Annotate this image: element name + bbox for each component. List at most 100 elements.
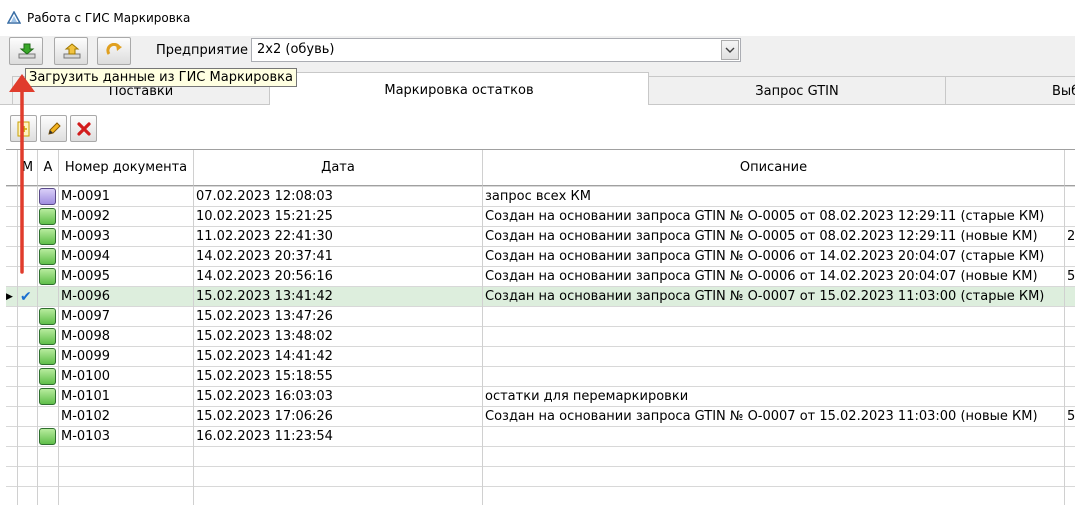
cell-extra: 2 — [1067, 229, 1075, 244]
annotation-arrow — [9, 74, 35, 274]
cell-number: М-0094 — [61, 249, 110, 264]
tab-content: М А Номер документа Дата Описание М-0091… — [0, 105, 1075, 505]
table-row[interactable]: М-0095 14.02.2023 20:56:16 Создан на основ… — [6, 267, 1075, 287]
cell-date: 11.02.2023 22:41:30 — [196, 229, 333, 244]
tab-gtin-request[interactable]: Запрос GTIN — [648, 76, 946, 105]
table-row[interactable]: М-0092 10.02.2023 15:21:25 Создан на основ… — [6, 207, 1075, 227]
table-row[interactable]: М-0093 11.02.2023 22:41:30 Создан на основ… — [6, 227, 1075, 247]
cell-number: М-0100 — [61, 369, 110, 384]
window-title: Работа с ГИС Маркировка — [27, 11, 191, 25]
table-row[interactable]: М-0100 15.02.2023 15:18:55 — [6, 367, 1075, 387]
tab-label: Запрос GTIN — [755, 84, 839, 99]
cell-description: Создан на основании запроса GTIN № О-000… — [485, 249, 1045, 264]
column-header-extra — [1065, 150, 1075, 186]
cell-description: Создан на основании запроса GTIN № О-000… — [485, 289, 1045, 304]
cell-date: 16.02.2023 11:23:54 — [196, 429, 333, 444]
cell-description: запрос всех КМ — [485, 189, 591, 204]
download-green-icon — [18, 43, 36, 59]
tab-label: Выб — [1052, 84, 1075, 99]
cell-extra — [1067, 307, 1075, 327]
cell-description: остатки для перемаркировки — [485, 389, 689, 404]
status-square-green — [39, 428, 56, 445]
status-square-green — [39, 388, 56, 405]
table-row[interactable]: М-0098 15.02.2023 13:48:02 — [6, 327, 1075, 347]
grid-row-line — [6, 466, 1075, 467]
chevron-down-icon — [725, 47, 735, 53]
status-square-green — [39, 308, 56, 325]
table-row[interactable]: М-0097 15.02.2023 13:47:26 — [6, 307, 1075, 327]
cell-extra — [1067, 247, 1075, 267]
cell-number: М-0101 — [61, 389, 110, 404]
table-row[interactable]: М-0102 15.02.2023 17:06:26 Создан на основ… — [6, 407, 1075, 427]
cell-extra — [1067, 287, 1075, 307]
tab-stock-marking[interactable]: Маркировка остатков — [269, 72, 649, 105]
table-row[interactable]: М-0094 14.02.2023 20:37:41 Создан на основ… — [6, 247, 1075, 267]
table-row[interactable]: М-0101 15.02.2023 16:03:03 остатки для пер… — [6, 387, 1075, 407]
cell-extra: 5 — [1067, 269, 1075, 284]
cell-number: М-0092 — [61, 209, 110, 224]
cell-date: 15.02.2023 17:06:26 — [196, 409, 333, 424]
cell-date: 15.02.2023 15:18:55 — [196, 369, 333, 384]
enterprise-select[interactable]: 2x2 (обувь) — [251, 38, 741, 62]
enterprise-label: Предприятие — [156, 43, 249, 58]
main-toolbar: Предприятие 2x2 (обувь) — [0, 36, 1075, 68]
tab-more[interactable]: Выб — [945, 76, 1075, 105]
cell-description — [485, 427, 1063, 447]
table-row[interactable]: М-0099 15.02.2023 14:41:42 — [6, 347, 1075, 367]
cell-extra — [1067, 187, 1075, 207]
table-row[interactable]: ▶ ✔ М-0096 15.02.2023 13:41:42 Создан на осн… — [6, 287, 1075, 307]
upload-to-gis-button[interactable] — [54, 37, 88, 65]
table-row[interactable]: М-0103 16.02.2023 11:23:54 — [6, 427, 1075, 447]
column-header-number[interactable]: Номер документа — [59, 150, 194, 186]
cell-description — [485, 367, 1063, 387]
cell-date: 07.02.2023 12:08:03 — [196, 189, 333, 204]
cell-description: Создан на основании запроса GTIN № О-000… — [485, 409, 1038, 424]
cell-date: 15.02.2023 13:41:42 — [196, 289, 333, 304]
cell-extra — [1067, 347, 1075, 367]
dropdown-button[interactable] — [721, 40, 739, 60]
delete-button[interactable] — [70, 115, 97, 142]
cell-description — [485, 327, 1063, 347]
tooltip: Загрузить данные из ГИС Маркировка — [25, 68, 297, 87]
cell-date: 14.02.2023 20:56:16 — [196, 269, 333, 284]
documents-grid: М А Номер документа Дата Описание М-0091… — [6, 149, 1075, 505]
refresh-button[interactable] — [97, 37, 131, 65]
cell-description: Создан на основании запроса GTIN № О-000… — [485, 229, 1038, 244]
status-square-green — [39, 328, 56, 345]
table-row[interactable]: М-0091 07.02.2023 12:08:03 запрос всех КМ — [6, 187, 1075, 207]
cell-number: М-0096 — [61, 289, 110, 304]
cell-number: М-0093 — [61, 229, 110, 244]
enterprise-value: 2x2 (обувь) — [257, 42, 335, 57]
cell-number: М-0095 — [61, 269, 110, 284]
cell-description — [485, 307, 1063, 327]
cell-number: М-0091 — [61, 189, 110, 204]
cell-extra — [1067, 327, 1075, 347]
cell-extra — [1067, 387, 1075, 407]
status-square-green — [39, 368, 56, 385]
red-x-icon — [77, 122, 91, 136]
cell-number: М-0103 — [61, 429, 110, 444]
upload-green-icon — [63, 43, 81, 59]
cell-extra — [1067, 367, 1075, 387]
cell-date: 15.02.2023 13:47:26 — [196, 309, 333, 324]
cell-number: М-0097 — [61, 309, 110, 324]
cell-extra: 5 — [1067, 409, 1075, 424]
current-row-marker: ▶ — [6, 292, 13, 302]
cell-date: 15.02.2023 13:48:02 — [196, 329, 333, 344]
cell-date: 15.02.2023 16:03:03 — [196, 389, 333, 404]
cell-description: Создан на основании запроса GTIN № О-000… — [485, 209, 1045, 224]
tab-label: Маркировка остатков — [384, 83, 534, 98]
cell-date: 15.02.2023 14:41:42 — [196, 349, 333, 364]
cell-extra — [1067, 207, 1075, 227]
cell-number: М-0099 — [61, 349, 110, 364]
title-bar: Работа с ГИС Маркировка — [0, 0, 1075, 36]
cell-date: 14.02.2023 20:37:41 — [196, 249, 333, 264]
column-header-date[interactable]: Дата — [194, 150, 483, 186]
cell-description — [485, 347, 1063, 367]
column-header-description[interactable]: Описание — [483, 150, 1065, 186]
status-square-green — [39, 348, 56, 365]
cell-description: Создан на основании запроса GTIN № О-000… — [485, 269, 1038, 284]
cell-number: М-0102 — [61, 409, 110, 424]
cell-date: 10.02.2023 15:21:25 — [196, 209, 333, 224]
cell-number: М-0098 — [61, 329, 110, 344]
